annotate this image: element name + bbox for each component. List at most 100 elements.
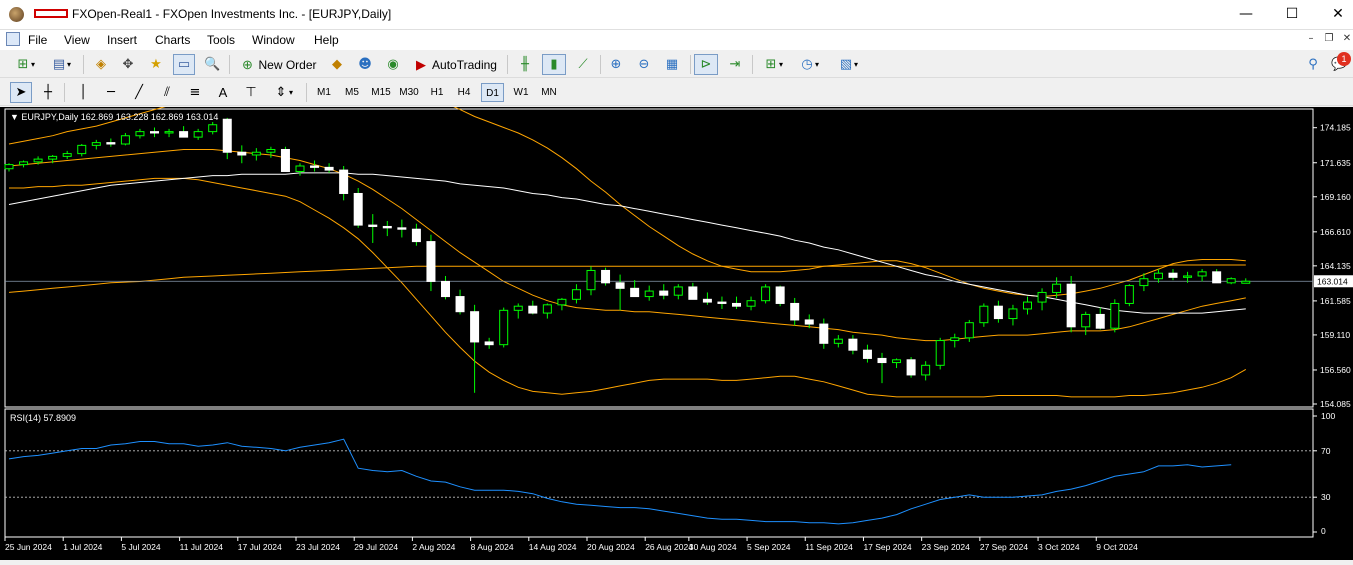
zoom-in-button[interactable]: ⊕ (605, 54, 627, 75)
chart-window[interactable]: 100 70 30 0 174.185 171.635 169.160 166.610 164… (0, 87, 1353, 560)
line-chart-icon: ⟋ (578, 56, 588, 72)
tile-windows-button[interactable]: ▦ (661, 54, 683, 75)
timeframe-m15[interactable]: M15 (368, 83, 394, 102)
autoscroll-button[interactable]: ⊳ (694, 54, 718, 75)
dropdown-arrow-icon: ▾ (778, 60, 783, 69)
bear-candle-body (804, 319, 814, 325)
menu-charts[interactable]: Charts (155, 33, 190, 47)
mdi-restore-button[interactable]: ❐ (1322, 32, 1336, 46)
timeframe-m30[interactable]: M30 (396, 83, 422, 102)
drawing-toolbar: ➤ ┼ │ ─ ╱ ⫽ ≡ A ⊤ ⇕ ▾ M1 M5 M15 M30 H1 H4… (0, 79, 1353, 106)
bull-candle-body (91, 142, 101, 146)
candle (1110, 299, 1120, 333)
periods-button[interactable]: ◷ ▾ (794, 54, 824, 75)
candle (1241, 278, 1251, 284)
terminal-button[interactable]: ▭ (173, 54, 195, 75)
new-order-button[interactable]: ⊕ New Order (236, 54, 320, 75)
text-label-button[interactable]: ⊤ (240, 82, 262, 103)
maximize-button[interactable]: ☐ (1269, 0, 1315, 30)
signals-button[interactable]: ◉ (382, 54, 404, 75)
mdi-close-button[interactable]: ✕ (1340, 32, 1353, 46)
candle (761, 284, 771, 304)
candle (499, 307, 509, 348)
bar-chart-button[interactable]: ╫ (514, 54, 536, 75)
cursor-button[interactable]: ➤ (10, 82, 32, 103)
timeframe-m5[interactable]: M5 (341, 83, 363, 102)
vertical-line-button[interactable]: │ (72, 82, 94, 103)
profiles-button[interactable]: ▤ ▾ (46, 54, 76, 75)
timeframe-m1[interactable]: M1 (313, 83, 335, 102)
minimize-button[interactable]: — (1223, 0, 1269, 30)
new-chart-button[interactable]: ⊞ ▾ (8, 54, 42, 75)
candle (441, 275, 450, 300)
price-chart[interactable]: 100 70 30 0 174.185 171.635 169.160 166.610 164… (0, 87, 1353, 560)
menu-tools[interactable]: Tools (207, 33, 235, 47)
candle (615, 274, 625, 311)
templates-button[interactable]: ▧ ▾ (832, 54, 864, 75)
bear-candle-body (426, 241, 436, 282)
bear-candle-body (528, 305, 538, 314)
timeframe-w1[interactable]: W1 (510, 83, 532, 102)
mdi-minimize-button[interactable]: – (1304, 32, 1318, 46)
price-tick-label: 171.635 (1320, 158, 1351, 168)
autotrading-button[interactable]: ▶ AutoTrading (409, 54, 501, 75)
bull-candle-body (644, 290, 654, 298)
bull-candle-body (542, 304, 552, 314)
bear-candle-body (862, 349, 872, 359)
trendline-button[interactable]: ╱ (128, 82, 150, 103)
indicators-icon: ⊞ (765, 56, 777, 72)
crosshair-button[interactable]: ┼ (37, 82, 59, 103)
candle (455, 289, 465, 315)
notifications-button[interactable]: 💬1 (1328, 51, 1351, 75)
chart-window-icon[interactable] (6, 32, 20, 46)
candle (993, 300, 1003, 323)
community-icon: ☻ (358, 56, 372, 72)
navigator-button[interactable]: ★ (145, 54, 167, 75)
metaeditor-button[interactable]: ◆ (326, 54, 348, 75)
price-tick-label: 161.585 (1320, 296, 1351, 306)
chart-shift-button[interactable]: ⇥ (724, 54, 746, 75)
market-watch-button[interactable]: ◈ (90, 54, 112, 75)
candle (542, 303, 552, 319)
bear-candle-body (848, 338, 858, 351)
text-tool-button[interactable]: A (212, 82, 234, 103)
menu-file[interactable]: File (28, 33, 47, 47)
menu-help[interactable]: Help (314, 33, 339, 47)
community-button[interactable]: ☻ (354, 54, 376, 75)
timeframe-mn[interactable]: MN (537, 83, 561, 102)
search-button[interactable]: ⚲ (1303, 54, 1323, 75)
candle (280, 146, 290, 172)
close-button[interactable]: ✕ (1315, 0, 1353, 30)
bull-candle-body (120, 135, 130, 145)
bear-candle-body (441, 280, 450, 298)
dropdown-arrow-icon: ▾ (30, 60, 35, 69)
bear-candle-body (630, 287, 640, 298)
menu-insert[interactable]: Insert (107, 33, 137, 47)
toolbar-separator (507, 55, 508, 74)
line-chart-button[interactable]: ⟋ (572, 54, 594, 75)
horizontal-line-button[interactable]: ─ (100, 82, 122, 103)
bear-candle-body (411, 228, 421, 243)
clock-icon: ◷ (801, 56, 813, 72)
bear-candle-body (397, 227, 407, 230)
equidistant-channel-button[interactable]: ⫽ (156, 82, 178, 103)
strategy-tester-button[interactable]: 🔍 (201, 54, 223, 75)
arrows-button[interactable]: ⇕ ▾ (266, 82, 300, 103)
timeframe-h4[interactable]: H4 (453, 83, 475, 102)
timeframe-d1[interactable]: D1 (481, 83, 504, 102)
candlestick-button[interactable]: ▮ (542, 54, 566, 75)
vertical-line-icon: │ (79, 84, 87, 100)
bull-candle-body (77, 144, 87, 155)
candle (1168, 269, 1178, 281)
bull-candle-body (193, 131, 203, 138)
data-window-button[interactable]: ✥ (117, 54, 139, 75)
menu-view[interactable]: View (64, 33, 90, 47)
bear-candle-body (106, 142, 116, 145)
candle (353, 187, 363, 228)
fibonacci-button[interactable]: ≡ (184, 82, 206, 103)
zoom-out-button[interactable]: ⊖ (633, 54, 655, 75)
timeframe-h1[interactable]: H1 (426, 83, 448, 102)
date-tick-label: 29 Jul 2024 (354, 542, 398, 552)
indicators-button[interactable]: ⊞ ▾ (758, 54, 788, 75)
menu-window[interactable]: Window (252, 33, 295, 47)
